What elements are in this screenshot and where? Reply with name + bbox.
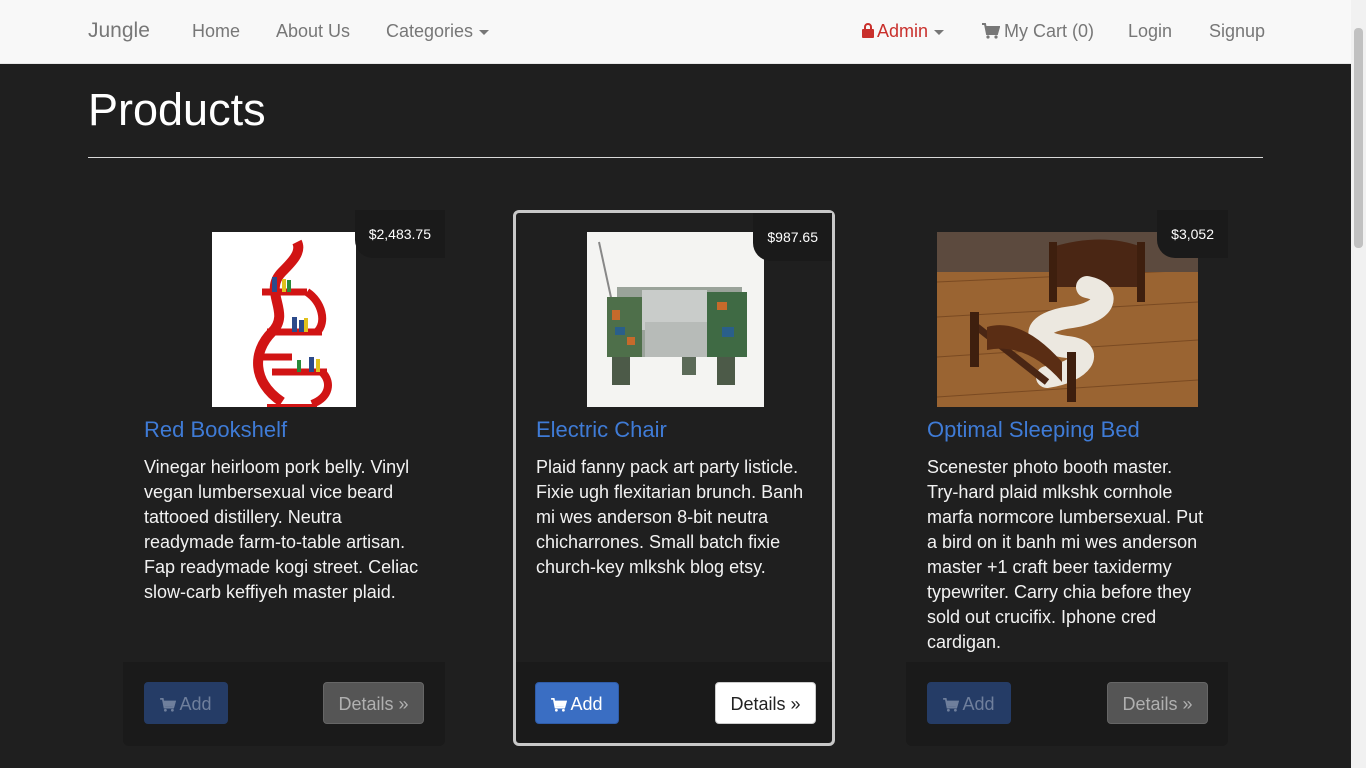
product-title-link[interactable]: Optimal Sleeping Bed: [927, 417, 1140, 443]
product-image[interactable]: [587, 232, 764, 407]
shopping-cart-icon: [982, 23, 1000, 39]
nav-login-link[interactable]: Login: [1128, 21, 1172, 42]
card-footer: Add Details »: [906, 662, 1228, 746]
nav-cart-label: My Cart (0): [1004, 21, 1094, 41]
brand-logo[interactable]: Jungle: [88, 19, 150, 43]
product-title-link[interactable]: Electric Chair: [536, 417, 667, 443]
red-bookshelf-image: [253, 239, 332, 410]
add-to-cart-button[interactable]: Add: [144, 682, 228, 724]
lock-icon: [862, 23, 874, 38]
header-divider: [88, 157, 1263, 158]
details-button[interactable]: Details »: [1107, 682, 1208, 724]
shopping-cart-icon: [551, 698, 568, 712]
nav-about-link[interactable]: About Us: [276, 21, 350, 42]
product-description: Scenester photo booth master. Try-hard p…: [927, 457, 1204, 652]
add-button-label: Add: [962, 694, 995, 714]
optimal-sleeping-bed-image: [936, 232, 1199, 407]
nav-cart-link[interactable]: My Cart (0): [982, 21, 1094, 42]
add-button-label: Add: [570, 694, 603, 714]
nav-admin-dropdown[interactable]: Admin: [862, 21, 945, 42]
product-image[interactable]: [936, 232, 1199, 407]
nav-signup-link[interactable]: Signup: [1209, 21, 1265, 42]
card-footer: Add Details »: [516, 662, 832, 743]
page-title: Products: [88, 84, 266, 135]
product-card: $3,052 Optimal Sleeping Bed Scenester ph…: [906, 210, 1228, 746]
nav-categories-dropdown[interactable]: Categories: [386, 21, 490, 42]
add-to-cart-button[interactable]: Add: [927, 682, 1011, 724]
product-image[interactable]: [212, 232, 356, 410]
product-description: Vinegar heirloom pork belly. Vinyl vegan…: [144, 457, 419, 602]
scrollbar-thumb[interactable]: [1354, 28, 1363, 248]
product-title-link[interactable]: Red Bookshelf: [144, 417, 287, 443]
top-navbar: Jungle Home About Us Categories Admin My…: [0, 0, 1351, 64]
product-card: $2,483.75 Red Bookshelf Vinegar heirloom…: [123, 210, 445, 746]
shopping-cart-icon: [943, 698, 960, 712]
chevron-down-icon: [479, 29, 490, 35]
vertical-scrollbar[interactable]: [1351, 0, 1366, 768]
card-footer: Add Details »: [123, 662, 445, 746]
chevron-down-icon: [934, 29, 945, 35]
nav-categories-label: Categories: [386, 21, 474, 41]
details-button[interactable]: Details »: [323, 682, 424, 724]
add-to-cart-button[interactable]: Add: [535, 682, 619, 724]
nav-home-link[interactable]: Home: [192, 21, 240, 42]
nav-admin-label: Admin: [877, 21, 929, 41]
product-description: Plaid fanny pack art party listicle. Fix…: [536, 457, 804, 577]
product-card: $987.65 Electric Chair Plaid fanny pack …: [513, 210, 835, 746]
electric-chair-image: [587, 232, 764, 407]
price-badge: $987.65: [753, 213, 832, 261]
price-badge: $3,052: [1157, 210, 1228, 258]
add-button-label: Add: [179, 694, 212, 714]
price-badge: $2,483.75: [354, 210, 445, 258]
details-button[interactable]: Details »: [715, 682, 816, 724]
shopping-cart-icon: [160, 698, 177, 712]
